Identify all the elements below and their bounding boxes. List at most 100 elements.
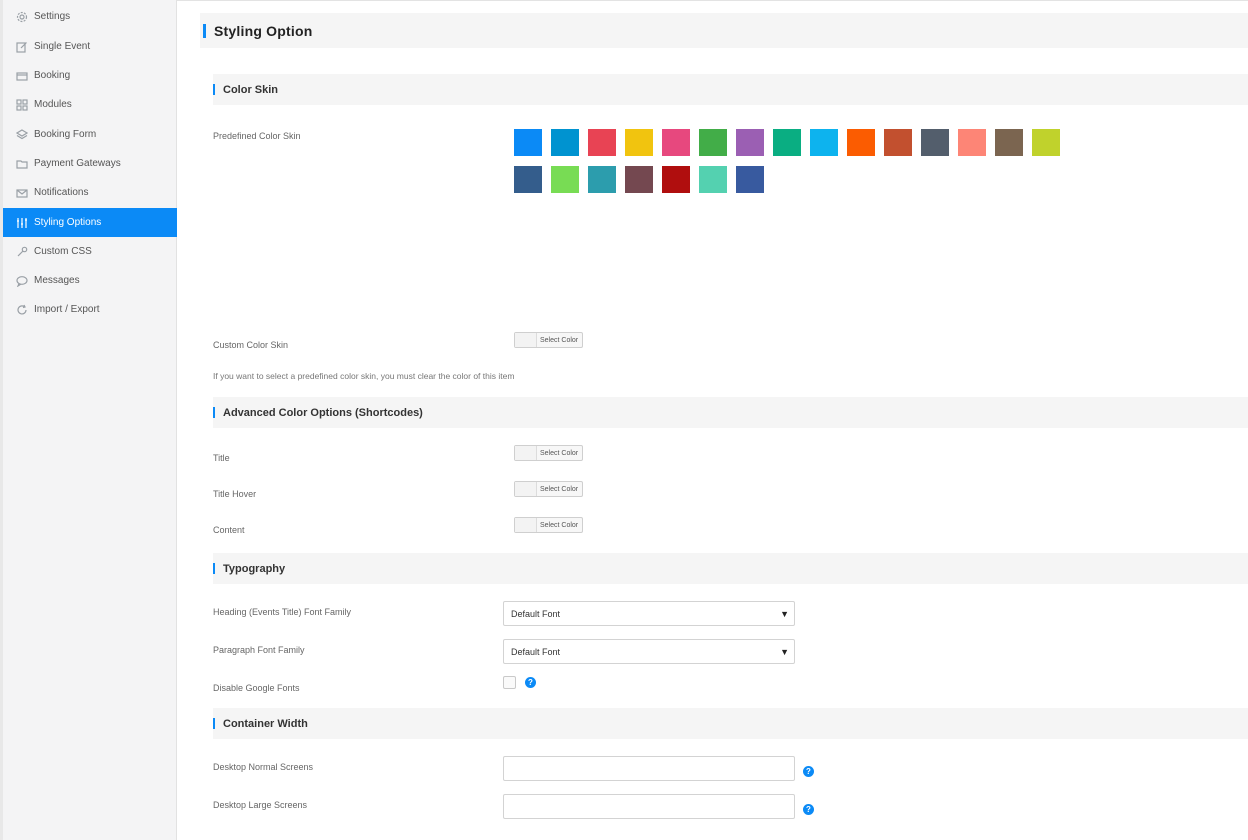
title-hover-color-label: Title Hover xyxy=(213,489,257,499)
accent-bar xyxy=(213,563,215,574)
color-swatch[interactable] xyxy=(995,129,1023,156)
sidebar-item-label: Payment Gateways xyxy=(34,158,121,169)
selected-value: Default Font xyxy=(511,608,561,619)
color-swatch[interactable] xyxy=(810,129,838,156)
accent-bar xyxy=(213,407,215,418)
accent-bar xyxy=(213,84,215,95)
custom-color-skin-label: Custom Color Skin xyxy=(213,340,289,350)
sidebar-item-label: Messages xyxy=(34,275,80,286)
card-icon xyxy=(16,70,28,82)
sidebar-item-payment-gateways[interactable]: Payment Gateways xyxy=(3,149,177,178)
sidebar-item-label: Notifications xyxy=(34,187,89,198)
paragraph-font-family-select[interactable]: Default Font ▼ xyxy=(503,639,795,664)
folder-icon xyxy=(16,158,28,170)
desktop-large-screens-input[interactable] xyxy=(503,794,795,819)
color-swatch[interactable] xyxy=(699,129,727,156)
content-color-label: Content xyxy=(213,525,245,535)
help-icon[interactable]: ? xyxy=(803,804,814,815)
sidebar-item-styling-options[interactable]: Styling Options xyxy=(3,208,177,237)
sidebar-item-settings[interactable]: Settings xyxy=(3,2,177,31)
color-swatch[interactable] xyxy=(662,129,690,156)
disable-google-fonts-label: Disable Google Fonts xyxy=(213,683,300,693)
color-swatch[interactable] xyxy=(847,129,875,156)
refresh-icon xyxy=(16,304,28,316)
content-color-picker[interactable]: Select Color xyxy=(514,517,583,533)
select-color-label: Select Color xyxy=(540,485,579,493)
sidebar-item-single-event[interactable]: Single Event xyxy=(3,32,177,61)
color-swatch[interactable] xyxy=(625,166,653,193)
heading-font-family-label: Heading (Events Title) Font Family xyxy=(213,607,352,617)
help-icon[interactable]: ? xyxy=(525,677,536,688)
color-swatch[interactable] xyxy=(699,166,727,193)
color-preview xyxy=(515,482,537,496)
chat-bubble-icon xyxy=(16,275,28,287)
section-typography: Typography xyxy=(213,553,1248,584)
sidebar-item-custom-css[interactable]: Custom CSS xyxy=(3,237,177,266)
color-swatch[interactable] xyxy=(662,166,690,193)
section-title: Container Width xyxy=(223,717,308,730)
color-swatch[interactable] xyxy=(1032,129,1060,156)
color-swatch[interactable] xyxy=(736,129,764,156)
sidebar-item-modules[interactable]: Modules xyxy=(3,90,177,119)
sidebar-item-label: Custom CSS xyxy=(34,246,92,257)
dropdown-arrow-icon: ▼ xyxy=(780,609,789,619)
color-preview xyxy=(515,518,537,532)
sidebar-item-label: Styling Options xyxy=(34,217,102,228)
settings-sidebar: Settings Single Event Booking Modules Bo… xyxy=(0,0,177,840)
color-swatch[interactable] xyxy=(588,166,616,193)
color-swatch[interactable] xyxy=(551,129,579,156)
grid-icon xyxy=(16,98,28,111)
gear-icon xyxy=(16,11,28,23)
sidebar-item-label: Modules xyxy=(34,99,72,110)
custom-color-skin-picker[interactable]: Select Color xyxy=(514,332,583,348)
color-skin-note: If you want to select a predefined color… xyxy=(213,371,515,381)
section-advanced-color-options: Advanced Color Options (Shortcodes) xyxy=(213,397,1248,428)
sidebar-item-import-export[interactable]: Import / Export xyxy=(3,295,177,324)
help-icon[interactable]: ? xyxy=(803,766,814,777)
select-color-label: Select Color xyxy=(540,449,579,457)
section-title: Typography xyxy=(223,562,286,575)
title-color-picker[interactable]: Select Color xyxy=(514,445,583,461)
color-swatch[interactable] xyxy=(884,129,912,156)
color-swatch[interactable] xyxy=(921,129,949,156)
selected-value: Default Font xyxy=(511,646,561,657)
sidebar-item-label: Booking Form xyxy=(34,129,97,140)
section-title: Advanced Color Options (Shortcodes) xyxy=(223,406,423,419)
color-swatch[interactable] xyxy=(514,129,542,156)
select-color-label: Select Color xyxy=(540,336,579,344)
desktop-normal-screens-input[interactable] xyxy=(503,756,795,781)
accent-bar xyxy=(213,718,215,729)
heading-font-family-select[interactable]: Default Font ▼ xyxy=(503,601,795,626)
sidebar-item-booking[interactable]: Booking xyxy=(3,61,177,90)
layers-icon xyxy=(16,128,28,141)
section-title: Color Skin xyxy=(223,83,279,96)
sidebar-item-label: Settings xyxy=(34,11,71,22)
section-color-skin: Color Skin xyxy=(213,74,1248,105)
color-swatch[interactable] xyxy=(736,166,764,193)
title-hover-color-picker[interactable]: Select Color xyxy=(514,481,583,497)
paragraph-font-family-label: Paragraph Font Family xyxy=(213,645,305,655)
predefined-color-skin-label: Predefined Color Skin xyxy=(213,131,301,141)
sliders-icon xyxy=(16,217,28,229)
sidebar-item-label: Single Event xyxy=(34,41,91,52)
color-preview xyxy=(515,446,537,460)
color-swatch[interactable] xyxy=(625,129,653,156)
color-swatch[interactable] xyxy=(588,129,616,156)
color-swatch[interactable] xyxy=(773,129,801,156)
disable-google-fonts-checkbox[interactable] xyxy=(503,676,516,689)
sidebar-item-notifications[interactable]: Notifications xyxy=(3,178,177,207)
wrench-icon xyxy=(16,246,28,258)
color-swatch[interactable] xyxy=(514,166,542,193)
desktop-normal-screens-label: Desktop Normal Screens xyxy=(213,762,314,772)
sidebar-item-label: Import / Export xyxy=(34,304,100,315)
sidebar-item-booking-form[interactable]: Booking Form xyxy=(3,120,177,149)
color-preview xyxy=(515,333,537,347)
desktop-large-screens-label: Desktop Large Screens xyxy=(213,800,308,810)
color-swatch[interactable] xyxy=(958,129,986,156)
page-title: Styling Option xyxy=(214,22,313,39)
sidebar-item-messages[interactable]: Messages xyxy=(3,266,177,295)
main-content: Styling Option Color Skin Predefined Col… xyxy=(200,0,1248,840)
accent-bar xyxy=(203,23,206,38)
select-color-label: Select Color xyxy=(540,521,579,529)
color-swatch[interactable] xyxy=(551,166,579,193)
